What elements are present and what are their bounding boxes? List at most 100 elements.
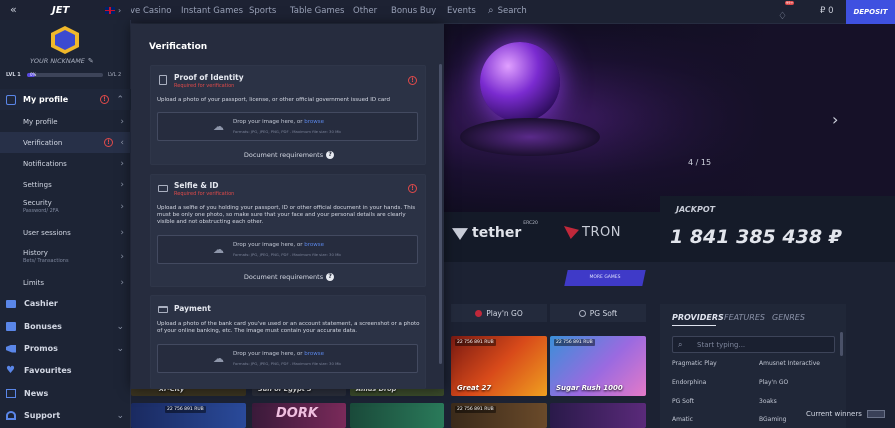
tron-logo: TRON — [564, 225, 621, 240]
sidebar-item-limits[interactable]: Limits › — [0, 272, 131, 293]
provider-scrollbar[interactable] — [840, 332, 843, 356]
browse-link[interactable]: browse — [304, 119, 324, 125]
provider-item[interactable]: Pragmatic Play — [672, 360, 717, 367]
game-tile[interactable]: 22 756 891 RUB Sugar Rush 1000 — [550, 336, 646, 396]
selfie-id-card: Selfie & ID Required for verification ! … — [150, 174, 426, 287]
sidebar-item-sublabel: Bets/ Transactions — [23, 258, 69, 264]
provider-item[interactable]: Play'n GO — [759, 379, 788, 386]
help-icon: ? — [326, 151, 335, 159]
chevron-left-icon: ‹ — [120, 137, 124, 148]
game-tile[interactable]: DORK — [252, 403, 346, 428]
selfie-upload-dropzone[interactable]: ☁ Drop your image here, or browse Format… — [157, 235, 418, 264]
hero-right-glow — [594, 24, 895, 212]
tab-genres[interactable]: GENRES — [772, 313, 805, 322]
sidebar-item-security[interactable]: Security Password/ 2FA › — [0, 196, 131, 217]
game-title: Sugar Rush 1000 — [556, 384, 623, 392]
proof-doc-requirements[interactable]: Document requirements? — [151, 151, 427, 159]
level-progress-bar: 0% — [27, 72, 103, 77]
level-progress-label: 0% — [30, 72, 37, 77]
payment-card: Payment Upload a photo of the bank card … — [150, 295, 426, 389]
chevron-right-icon: › — [120, 201, 124, 212]
nav-events[interactable]: Events — [447, 6, 476, 16]
sidebar-item-sublabel: Password/ 2FA — [23, 208, 59, 214]
current-winners-toggle[interactable]: Current winners — [806, 407, 895, 421]
crypto-strip: tether ERC20 TRON — [444, 212, 660, 262]
provider-item[interactable]: 3oaks — [759, 398, 777, 405]
warning-icon: ! — [104, 138, 113, 147]
nav-bonus-buy[interactable]: Bonus Buy — [391, 6, 436, 16]
provider-item[interactable]: Amusnet Interactive — [759, 360, 820, 367]
hero-banner[interactable]: 4 / 15 › — [444, 24, 895, 212]
nickname-row[interactable]: YOUR NICKNAME ✎ — [30, 57, 94, 65]
browse-link[interactable]: browse — [304, 242, 324, 248]
proof-desc: Upload a photo of your passport, license… — [157, 97, 390, 103]
game-logo: DORK — [276, 406, 318, 421]
provider-item[interactable]: Endorphina — [672, 379, 706, 386]
game-tile[interactable] — [550, 403, 646, 428]
game-tile[interactable]: 22 756 891 RUB — [131, 403, 246, 428]
tab-providers[interactable]: PROVIDERS — [672, 313, 724, 322]
sidebar-item-label: Notifications — [23, 159, 67, 168]
sidebar-item-support[interactable]: Support ⌄ — [0, 405, 131, 426]
upload-cloud-icon: ☁ — [213, 243, 224, 256]
left-sidebar: « JET › YOUR NICKNAME ✎ LVL 1 0% LVL 2 M… — [0, 0, 131, 428]
sidebar-item-user-sessions[interactable]: User sessions › — [0, 222, 131, 243]
proof-upload-dropzone[interactable]: ☁ Drop your image here, or browse Format… — [157, 112, 418, 141]
avatar[interactable] — [51, 26, 79, 54]
warning-icon: ! — [408, 76, 417, 85]
game-tile[interactable]: 22 756 891 RUB — [451, 403, 547, 428]
provider-search[interactable]: ⌕ Start typing... — [672, 336, 835, 353]
game-tile[interactable]: 22 756 891 RUB Great 27 — [451, 336, 547, 396]
payment-title: Payment — [174, 304, 211, 313]
browse-link[interactable]: browse — [304, 351, 324, 357]
sidebar-item-bonuses[interactable]: Bonuses ⌄ — [0, 316, 131, 337]
nav-sports[interactable]: Sports — [249, 6, 276, 16]
provider-item[interactable]: Amatic — [672, 416, 693, 423]
banner-next-arrow[interactable]: › — [832, 110, 838, 129]
game-tile[interactable] — [350, 403, 444, 428]
nav-instant-games[interactable]: Instant Games — [181, 6, 243, 16]
sidebar-item-news[interactable]: News — [0, 383, 131, 404]
payment-upload-dropzone[interactable]: ☁ Drop your image here, or browse Format… — [157, 344, 418, 373]
news-icon — [6, 389, 16, 398]
sidebar-item-cashier[interactable]: Cashier — [0, 293, 131, 314]
more-games-button[interactable]: MORE GAMES — [564, 270, 646, 286]
provider-tab-pgsoft[interactable]: PG Soft — [550, 304, 646, 322]
sidebar-item-favourites[interactable]: ♥ Favourites — [0, 360, 131, 381]
selfie-doc-requirements[interactable]: Document requirements? — [151, 273, 427, 281]
selfie-desc: Upload a selfie of you holding your pass… — [157, 205, 416, 225]
logo[interactable]: JET — [52, 5, 69, 16]
sidebar-item-label: Verification — [23, 138, 63, 147]
sidebar-item-my-profile[interactable]: My profile › — [0, 111, 131, 132]
sidebar-item-history[interactable]: History Bets/ Transactions › — [0, 246, 131, 267]
provider-item[interactable]: BGaming — [759, 416, 786, 423]
sidebar-item-promos[interactable]: Promos ⌄ — [0, 338, 131, 359]
game-title: Great 27 — [457, 384, 492, 392]
camera-icon — [158, 185, 168, 192]
sidebar-item-verification[interactable]: Verification! ‹ — [0, 132, 131, 153]
tether-logo: tether ERC20 — [452, 221, 538, 241]
wallet-icon — [6, 299, 16, 308]
panel-scrollbar[interactable] — [439, 64, 442, 364]
provider-tab-playngo[interactable]: Play'n GO — [451, 304, 547, 322]
tab-features[interactable]: FEATURES — [724, 313, 765, 322]
nav-live-casino[interactable]: ve Casino — [130, 6, 171, 16]
provider-item[interactable]: PG Soft — [672, 398, 694, 405]
language-selector[interactable]: › — [105, 6, 121, 15]
hero-pedestal — [460, 118, 600, 156]
selfie-status: Required for verification — [174, 191, 235, 197]
avatar-inner — [55, 30, 75, 50]
balance[interactable]: ₽ 0 — [820, 6, 834, 16]
search-button[interactable]: ⌕ Search — [488, 5, 527, 16]
nav-other[interactable]: Other — [353, 6, 377, 16]
sidebar-item-notifications[interactable]: Notifications › — [0, 153, 131, 174]
nav-table-games[interactable]: Table Games — [290, 6, 344, 16]
sidebar-item-my-profile[interactable]: My profile ! ⌃ — [0, 89, 131, 110]
deposit-button[interactable]: DEPOSIT — [846, 0, 895, 24]
notifications-button[interactable]: ♢ 99+ — [778, 1, 795, 22]
tether-icon — [452, 228, 468, 240]
help-icon: ? — [326, 273, 335, 281]
collapse-icon[interactable]: « — [10, 3, 17, 16]
megaphone-icon — [6, 344, 16, 353]
sidebar-item-settings[interactable]: Settings › — [0, 174, 131, 195]
